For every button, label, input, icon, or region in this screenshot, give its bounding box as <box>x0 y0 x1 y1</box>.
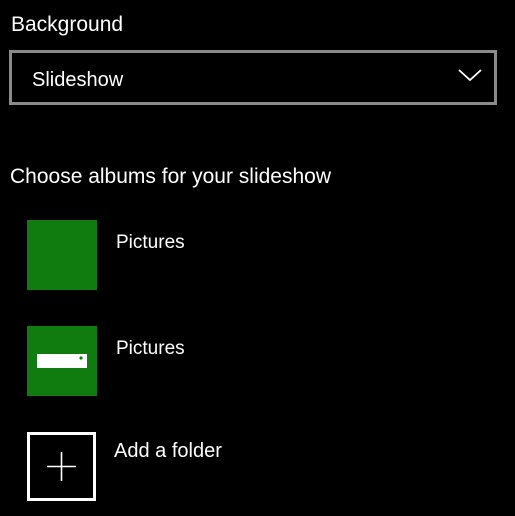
add-folder-button[interactable]: Add a folder <box>27 432 447 502</box>
albums-heading: Choose albums for your slideshow <box>10 165 331 188</box>
add-folder-label: Add a folder <box>114 440 222 462</box>
plus-icon <box>47 452 76 481</box>
add-folder-tile <box>27 432 96 501</box>
album-tile <box>27 326 97 396</box>
chevron-down-icon <box>458 69 482 82</box>
background-label: Background <box>11 13 124 36</box>
background-dropdown[interactable]: Slideshow <box>9 50 497 105</box>
album-label: Pictures <box>116 232 185 253</box>
album-item-pictures-drive[interactable]: Pictures <box>27 326 447 396</box>
album-tile <box>27 220 97 290</box>
album-label: Pictures <box>116 338 185 359</box>
background-dropdown-value: Slideshow <box>32 69 124 91</box>
album-item-pictures[interactable]: Pictures <box>27 220 447 290</box>
drive-icon <box>37 354 87 368</box>
